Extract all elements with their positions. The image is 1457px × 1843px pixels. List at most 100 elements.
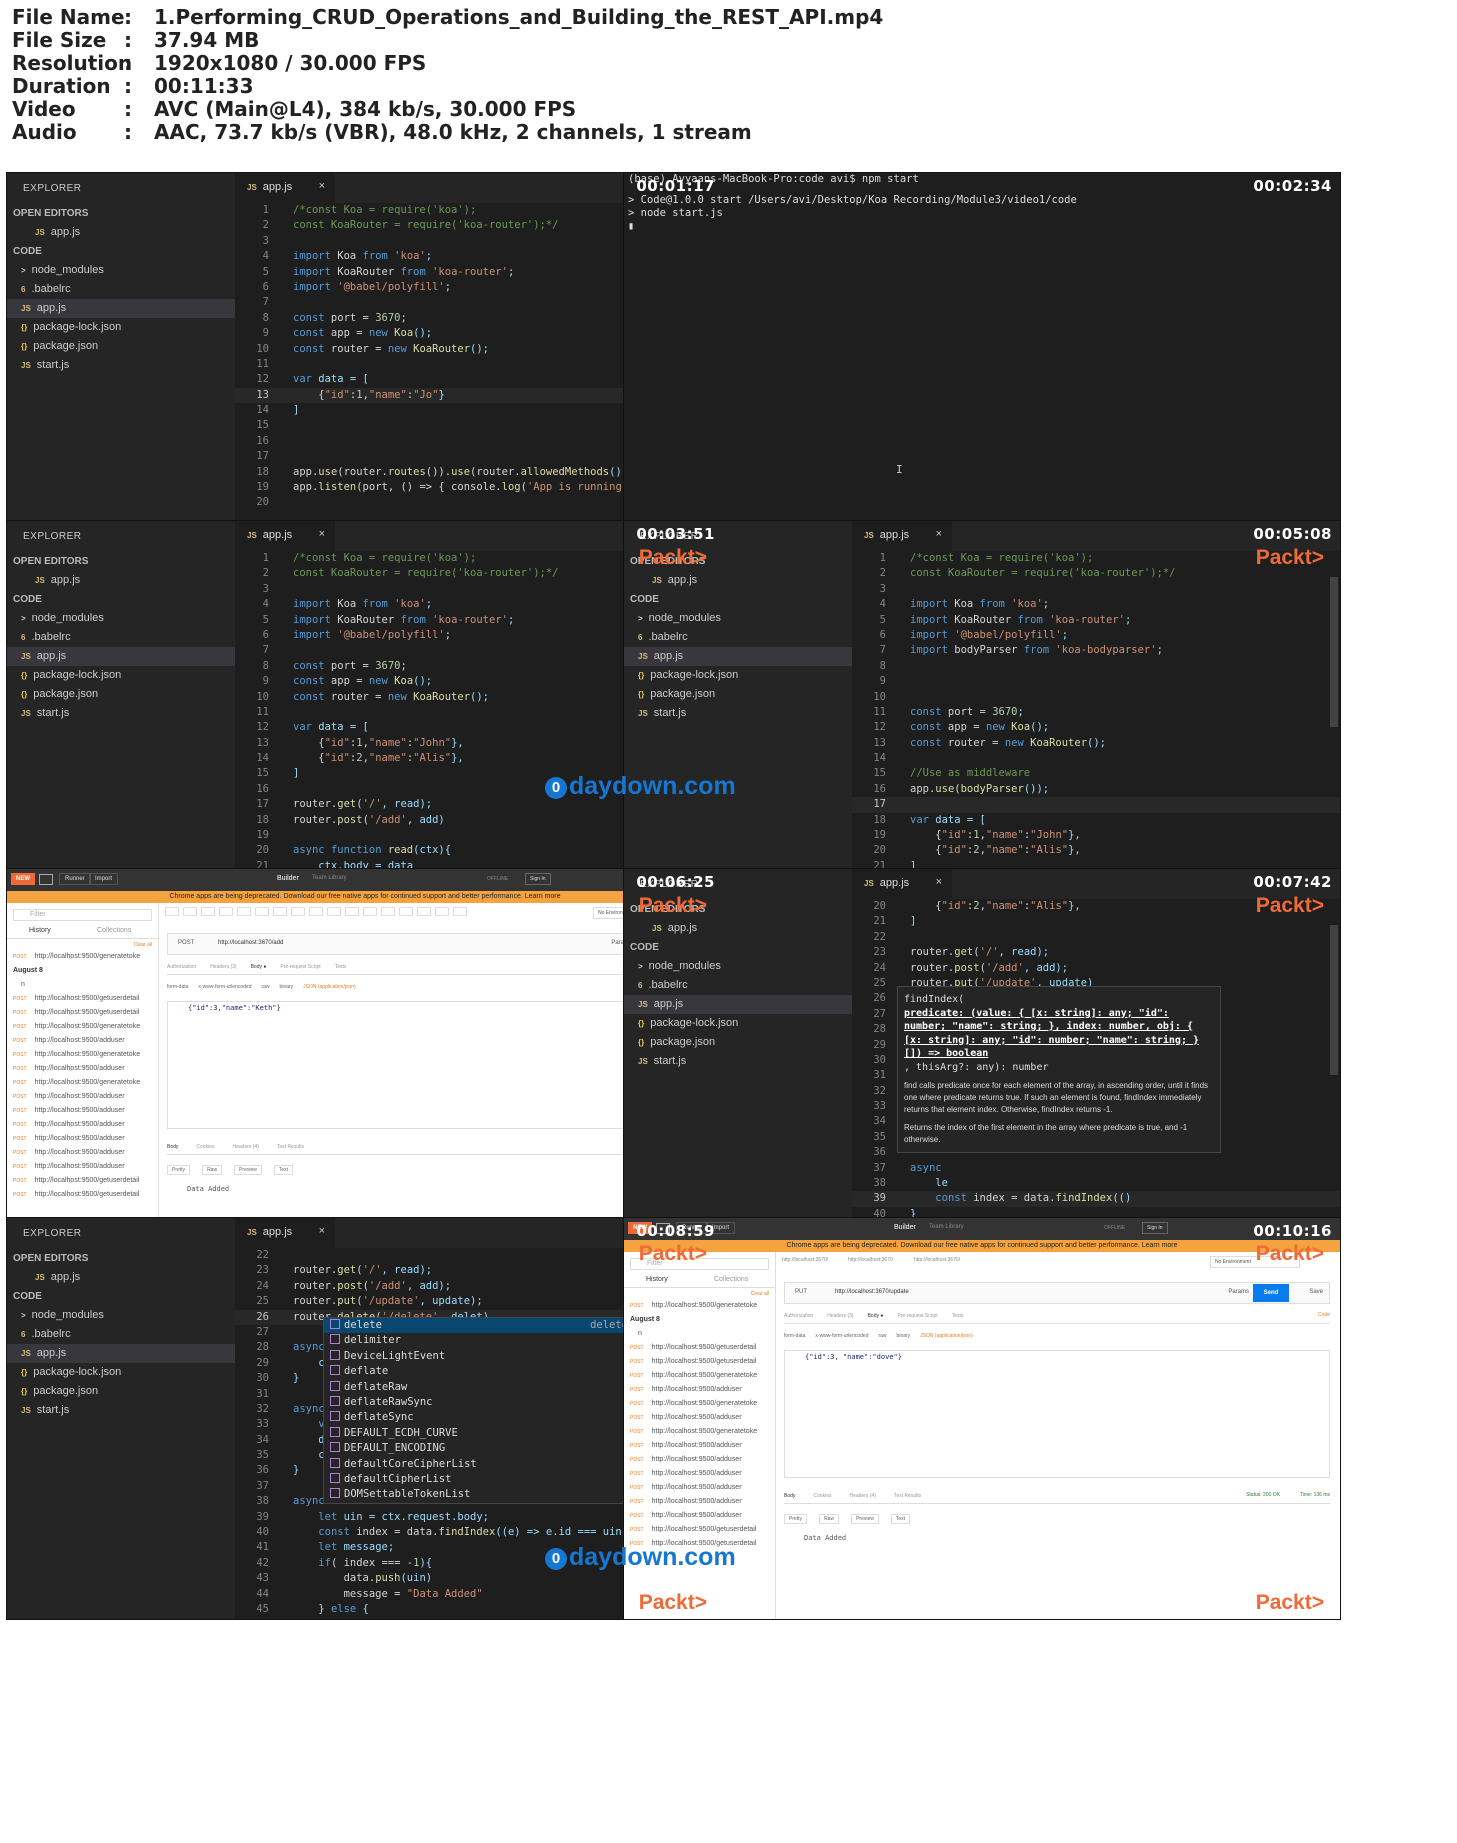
file-item-package-lock-json[interactable]: {} package-lock.json — [7, 666, 235, 685]
import-button[interactable]: Import — [89, 873, 119, 885]
history-item[interactable]: POST http://localhost:9500/adduser — [624, 1412, 775, 1426]
body-option[interactable]: form-data — [167, 984, 188, 990]
autocomplete-item[interactable]: deflateRaw — [324, 1380, 634, 1395]
code-folder-section[interactable]: CODE — [7, 1287, 235, 1306]
request-option-tab[interactable]: Tests — [952, 1313, 964, 1319]
request-option-tab[interactable]: Authorization — [784, 1313, 813, 1319]
file-item-app-js[interactable]: JS app.js — [7, 1344, 235, 1363]
url-input[interactable]: http://localhost:3670/update — [835, 1289, 909, 1295]
request-option-tab[interactable]: Tests — [335, 964, 347, 970]
request-option-tab[interactable]: Authorization — [167, 964, 196, 970]
history-item[interactable]: POST http://localhost:9500/generatetoke — [624, 1300, 775, 1314]
open-editor-item[interactable]: JS app.js — [624, 571, 852, 590]
team-library-tab[interactable]: Team Library — [312, 875, 347, 881]
file-item-start-js[interactable]: JS start.js — [7, 704, 235, 723]
autocomplete-list[interactable]: delete delete delimiter DeviceLightEvent def… — [323, 1317, 635, 1504]
file-item-start-js[interactable]: JS start.js — [7, 356, 235, 375]
body-option[interactable]: x-www-form-urlencoded — [815, 1333, 868, 1339]
history-item[interactable]: POST http://localhost:9500/generatetoke — [7, 1049, 158, 1063]
history-item[interactable]: POST http://localhost:9500/generatetoke — [7, 1021, 158, 1035]
request-tab[interactable]: http://localhost:3670/ — [914, 1257, 974, 1263]
close-icon[interactable]: × — [319, 1225, 325, 1237]
request-tab[interactable] — [381, 907, 395, 916]
sign-in-button[interactable]: Sign In — [525, 873, 551, 885]
history-item[interactable]: POST http://localhost:9500/adduser — [7, 1119, 158, 1133]
collections-tab[interactable]: Collections — [714, 1276, 748, 1283]
file-item-package-lock-json[interactable]: {} package-lock.json — [7, 318, 235, 337]
request-tab[interactable] — [183, 907, 197, 916]
autocomplete-item[interactable]: DeviceLightEvent — [324, 1349, 634, 1364]
response-format[interactable]: Preview — [851, 1514, 879, 1524]
autocomplete-item[interactable]: DEFAULT_ECDH_CURVE — [324, 1426, 634, 1441]
open-editor-item[interactable]: JS app.js — [7, 223, 235, 242]
file-item-node-modules[interactable]: > node_modules — [7, 609, 235, 628]
request-tab[interactable] — [165, 907, 179, 916]
history-item[interactable]: POST http://localhost:9500/adduser — [7, 1035, 158, 1049]
body-option[interactable]: binary — [897, 1333, 911, 1339]
params-button[interactable]: Params — [1228, 1289, 1249, 1295]
method-select[interactable]: POST — [178, 940, 194, 946]
file-item-babelrc[interactable]: 6 .babelrc — [7, 280, 235, 299]
send-button[interactable]: Send — [1253, 1284, 1289, 1302]
history-item[interactable]: POST http://localhost:9500/adduser — [7, 1161, 158, 1175]
history-item[interactable]: POST http://localhost:9500/adduser — [624, 1468, 775, 1482]
response-format[interactable]: Pretty — [784, 1514, 808, 1524]
response-tab[interactable]: Cookies — [813, 1493, 831, 1499]
history-item[interactable]: POST http://localhost:9500/getuserdetail — [7, 1189, 158, 1203]
editor-scrollbar[interactable] — [1330, 925, 1338, 1075]
request-tab[interactable]: http://localhost:3670 — [848, 1257, 908, 1263]
autocomplete-item[interactable]: delete delete — [324, 1318, 634, 1334]
file-item-app-js[interactable]: JS app.js — [7, 647, 235, 666]
file-item-package-lock-json[interactable]: {} package-lock.json — [624, 1014, 852, 1033]
history-item[interactable]: POST http://localhost:9500/adduser — [624, 1454, 775, 1468]
filter-input[interactable]: Filter — [13, 909, 152, 921]
history-item[interactable]: POST http://localhost:9500/adduser — [7, 1147, 158, 1161]
tab-app-js[interactable]: JS app.js × — [852, 521, 952, 551]
response-format[interactable]: Preview — [234, 1165, 262, 1175]
history-item[interactable]: POST http://localhost:9500/generatetoke — [624, 1398, 775, 1412]
history-item[interactable]: POST http://localhost:9500/adduser — [7, 1133, 158, 1147]
layout-icon[interactable] — [39, 874, 53, 885]
open-editors-section[interactable]: OPEN EDITORS — [7, 552, 235, 571]
new-button[interactable]: NEW — [11, 873, 35, 885]
file-item-node-modules[interactable]: > node_modules — [624, 957, 852, 976]
request-tab[interactable] — [363, 907, 377, 916]
request-tab[interactable] — [201, 907, 215, 916]
sign-in-button[interactable]: Sign In — [1142, 1222, 1168, 1234]
history-tab[interactable]: History — [646, 1276, 668, 1283]
body-option[interactable]: JSON (application/json) — [303, 984, 356, 990]
history-item[interactable]: POST http://localhost:9500/adduser — [624, 1510, 775, 1524]
body-option[interactable]: x-www-form-urlencoded — [198, 984, 251, 990]
response-format[interactable]: Pretty — [167, 1165, 191, 1175]
file-item-package-json[interactable]: {} package.json — [7, 685, 235, 704]
request-option-tab[interactable]: Headers (3) — [827, 1313, 853, 1319]
history-item[interactable]: POST http://localhost:9500/adduser — [7, 1063, 158, 1077]
body-option[interactable]: JSON (application/json) — [920, 1333, 973, 1339]
open-editors-section[interactable]: OPEN EDITORS — [7, 204, 235, 223]
request-tab[interactable] — [219, 907, 233, 916]
history-item[interactable]: POST http://localhost:9500/getuserdetail — [7, 993, 158, 1007]
autocomplete-item[interactable]: defaultCipherList — [324, 1472, 634, 1487]
request-option-tab[interactable]: Pre-request Script — [897, 1313, 937, 1319]
file-item-package-json[interactable]: {} package.json — [624, 1033, 852, 1052]
file-item-babelrc[interactable]: 6 .babelrc — [7, 628, 235, 647]
method-select[interactable]: PUT — [795, 1289, 807, 1295]
response-format[interactable]: Text — [273, 1165, 294, 1175]
file-item-app-js[interactable]: JS app.js — [7, 299, 235, 318]
autocomplete-item[interactable]: DEFAULT_ENCODING — [324, 1441, 634, 1456]
team-library-tab[interactable]: Team Library — [929, 1224, 964, 1230]
response-tab[interactable]: Body — [167, 1144, 178, 1150]
close-icon[interactable]: × — [936, 876, 942, 888]
request-tab[interactable] — [327, 907, 341, 916]
history-item[interactable]: POST http://localhost:9500/adduser — [624, 1384, 775, 1398]
request-tab[interactable] — [237, 907, 251, 916]
history-item[interactable]: POST http://localhost:9500/adduser — [7, 1091, 158, 1105]
response-format[interactable]: Raw — [202, 1165, 223, 1175]
file-item-start-js[interactable]: JS start.js — [624, 704, 852, 723]
history-item[interactable]: POST http://localhost:9500/generatetoke — [7, 1077, 158, 1091]
tab-app-js[interactable]: JS app.js × — [235, 1218, 335, 1248]
request-tab[interactable] — [309, 907, 323, 916]
body-editor[interactable]: {"id":3, "name":"dove"} — [784, 1350, 1330, 1478]
save-button[interactable]: Save — [1309, 1289, 1323, 1295]
autocomplete-item[interactable]: DOMSettableTokenList — [324, 1487, 634, 1502]
